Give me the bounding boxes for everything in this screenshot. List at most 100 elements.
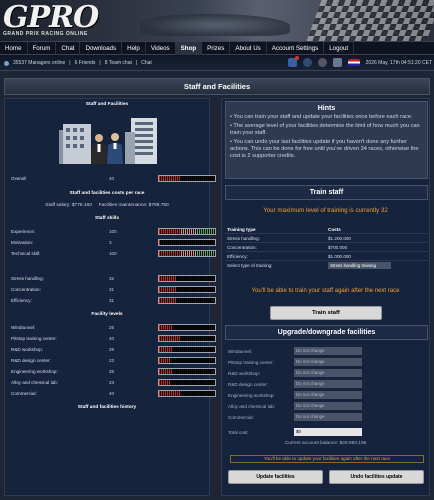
training-type: Efficiency: [227, 254, 248, 259]
row-value: 100 [109, 229, 117, 234]
server-datetime: 2026 May, 17th 04:51:20 CET [365, 59, 432, 66]
row-value: 25 [109, 369, 115, 374]
level-bar-segment [213, 251, 215, 256]
facility-row: R&D workshop: 25 [11, 346, 216, 354]
facility-row: Windtunnel: 25 [11, 324, 216, 332]
team-chat-link[interactable]: 8 Team chat [105, 60, 132, 66]
level-bar [158, 324, 216, 331]
upgrade-row: R&D design center: Do not change [225, 380, 428, 389]
training-type-select[interactable]: Stress handling training [328, 262, 391, 269]
upgrade-select[interactable]: Do not change [294, 358, 362, 366]
managers-online[interactable]: 35537 Managers online [13, 60, 65, 66]
skill-row: Motivation: 3 [11, 239, 216, 247]
nav-item-account-settings[interactable]: Account Settings [267, 42, 325, 55]
level-bar-segment [213, 240, 215, 245]
row-label: Alloy and chemical lab: [11, 380, 58, 385]
level-bar [158, 390, 216, 397]
hint-item: You can undo your last facilities update… [230, 139, 423, 160]
history-title[interactable]: Staff and facilities history [5, 405, 209, 410]
level-bar-segment [213, 298, 215, 303]
upgrade-row: Engineering workshop: Do not change [225, 391, 428, 400]
level-bar-segment [213, 287, 215, 292]
row-label: Concentration: [11, 287, 41, 292]
update-facilities-button[interactable]: Update facilities [228, 470, 323, 484]
update-again-message: You'll be able to update your facilities… [230, 455, 424, 463]
chat-link[interactable]: Chat [141, 60, 152, 66]
row-value: 100 [109, 251, 117, 256]
upgrade-label: Pitstop training center: [228, 360, 274, 365]
nav-item-chat[interactable]: Chat [56, 42, 81, 55]
upgrade-label: Commercial: [228, 415, 254, 420]
section-title: Staff and Facilities [85, 102, 129, 107]
notification-icon[interactable] [302, 58, 312, 67]
row-label: Efficiency: [11, 298, 32, 303]
training-type: Concentration: [227, 245, 257, 250]
training-row: Concentration: $700.000 [225, 243, 428, 252]
total-cost-row: Total cost: $0 [225, 428, 428, 437]
nav-item-forum[interactable]: Forum [28, 42, 57, 55]
row-value: 40 [109, 391, 115, 396]
skill-row: Stress handling: 32 [11, 275, 216, 283]
level-bar [158, 368, 216, 375]
overall-bar [158, 175, 216, 182]
facility-row: R&D design center: 23 [11, 357, 216, 365]
nav-item-prizes[interactable]: Prizes [202, 42, 231, 55]
nav-item-downloads[interactable]: Downloads [80, 42, 123, 55]
row-label: Windtunnel: [11, 325, 36, 330]
logo-subtitle: GRAND PRIX RACING ONLINE [3, 31, 88, 37]
training-type: Stress handling: [227, 236, 260, 241]
upgrade-select[interactable]: Do not change [294, 380, 362, 388]
level-bar-segment [213, 347, 215, 352]
facility-levels-title: Facility levels [91, 312, 123, 317]
help-icon[interactable] [317, 58, 327, 67]
nav-item-about-us[interactable]: About Us [230, 42, 267, 55]
nav-item-shop[interactable]: Shop [175, 42, 203, 55]
user-icon[interactable] [332, 58, 342, 67]
train-staff-title: Train staff [225, 185, 428, 200]
upgrade-row: Alloy and chemical lab: Do not change [225, 402, 428, 411]
nav-item-videos[interactable]: Videos [146, 42, 176, 55]
training-table-header: Training type Costs [225, 225, 428, 234]
mail-icon[interactable] [287, 56, 299, 67]
level-bar-segment [213, 391, 215, 396]
row-label: Motivation: [11, 240, 34, 245]
page-title: Staff and Facilities [4, 78, 430, 95]
level-bar-segment [213, 358, 215, 363]
training-row: Efficiency: $1.000.000 [225, 252, 428, 261]
training-cost: $1.000.000 [328, 254, 351, 259]
costs-line: Staff salary: $778.160 Facilities mainte… [5, 203, 209, 208]
level-bar-segment [213, 380, 215, 385]
total-cost-value: $0 [294, 428, 362, 436]
nav-item-home[interactable]: Home [0, 42, 28, 55]
train-staff-button[interactable]: Train staff [270, 306, 382, 320]
hints-title: Hints [317, 105, 336, 112]
level-bar [158, 357, 216, 364]
upgrade-label: R&D workshop: [228, 371, 260, 376]
level-bar-segment [213, 336, 215, 341]
nav-item-logout[interactable]: Logout [324, 42, 355, 55]
overall-row: Overall: 40 [11, 175, 216, 183]
nav-item-help[interactable]: Help [122, 42, 146, 55]
row-value: 32 [109, 276, 115, 281]
friends-link[interactable]: 6 Friends [75, 60, 96, 66]
buildings-staff-illustration [45, 114, 171, 166]
upgrade-select[interactable]: Do not change [294, 402, 362, 410]
level-bar [158, 286, 216, 293]
row-label: Commercial: [11, 391, 37, 396]
row-label: R&D design center: [11, 358, 51, 363]
level-bar [158, 239, 216, 246]
upgrade-select[interactable]: Do not change [294, 347, 362, 355]
flag-icon[interactable] [347, 59, 360, 66]
skill-row: Concentration: 31 [11, 286, 216, 294]
row-value: 40 [109, 336, 115, 341]
upgrade-select[interactable]: Do not change [294, 369, 362, 377]
site-logo[interactable]: GPRO GRAND PRIX RACING ONLINE [3, 3, 99, 38]
undo-facilities-button[interactable]: Undo facilities update [329, 470, 424, 484]
facilities-maintenance: Facilities maintenance: $798.750 [98, 203, 169, 208]
upgrade-row: Windtunnel: Do not change [225, 347, 428, 356]
facility-row: Alloy and chemical lab: 23 [11, 379, 216, 387]
upgrade-select[interactable]: Do not change [294, 413, 362, 421]
level-bar-segment [213, 276, 215, 281]
upgrade-select[interactable]: Do not change [294, 391, 362, 399]
select-training-label: Select type of training: [227, 263, 273, 268]
